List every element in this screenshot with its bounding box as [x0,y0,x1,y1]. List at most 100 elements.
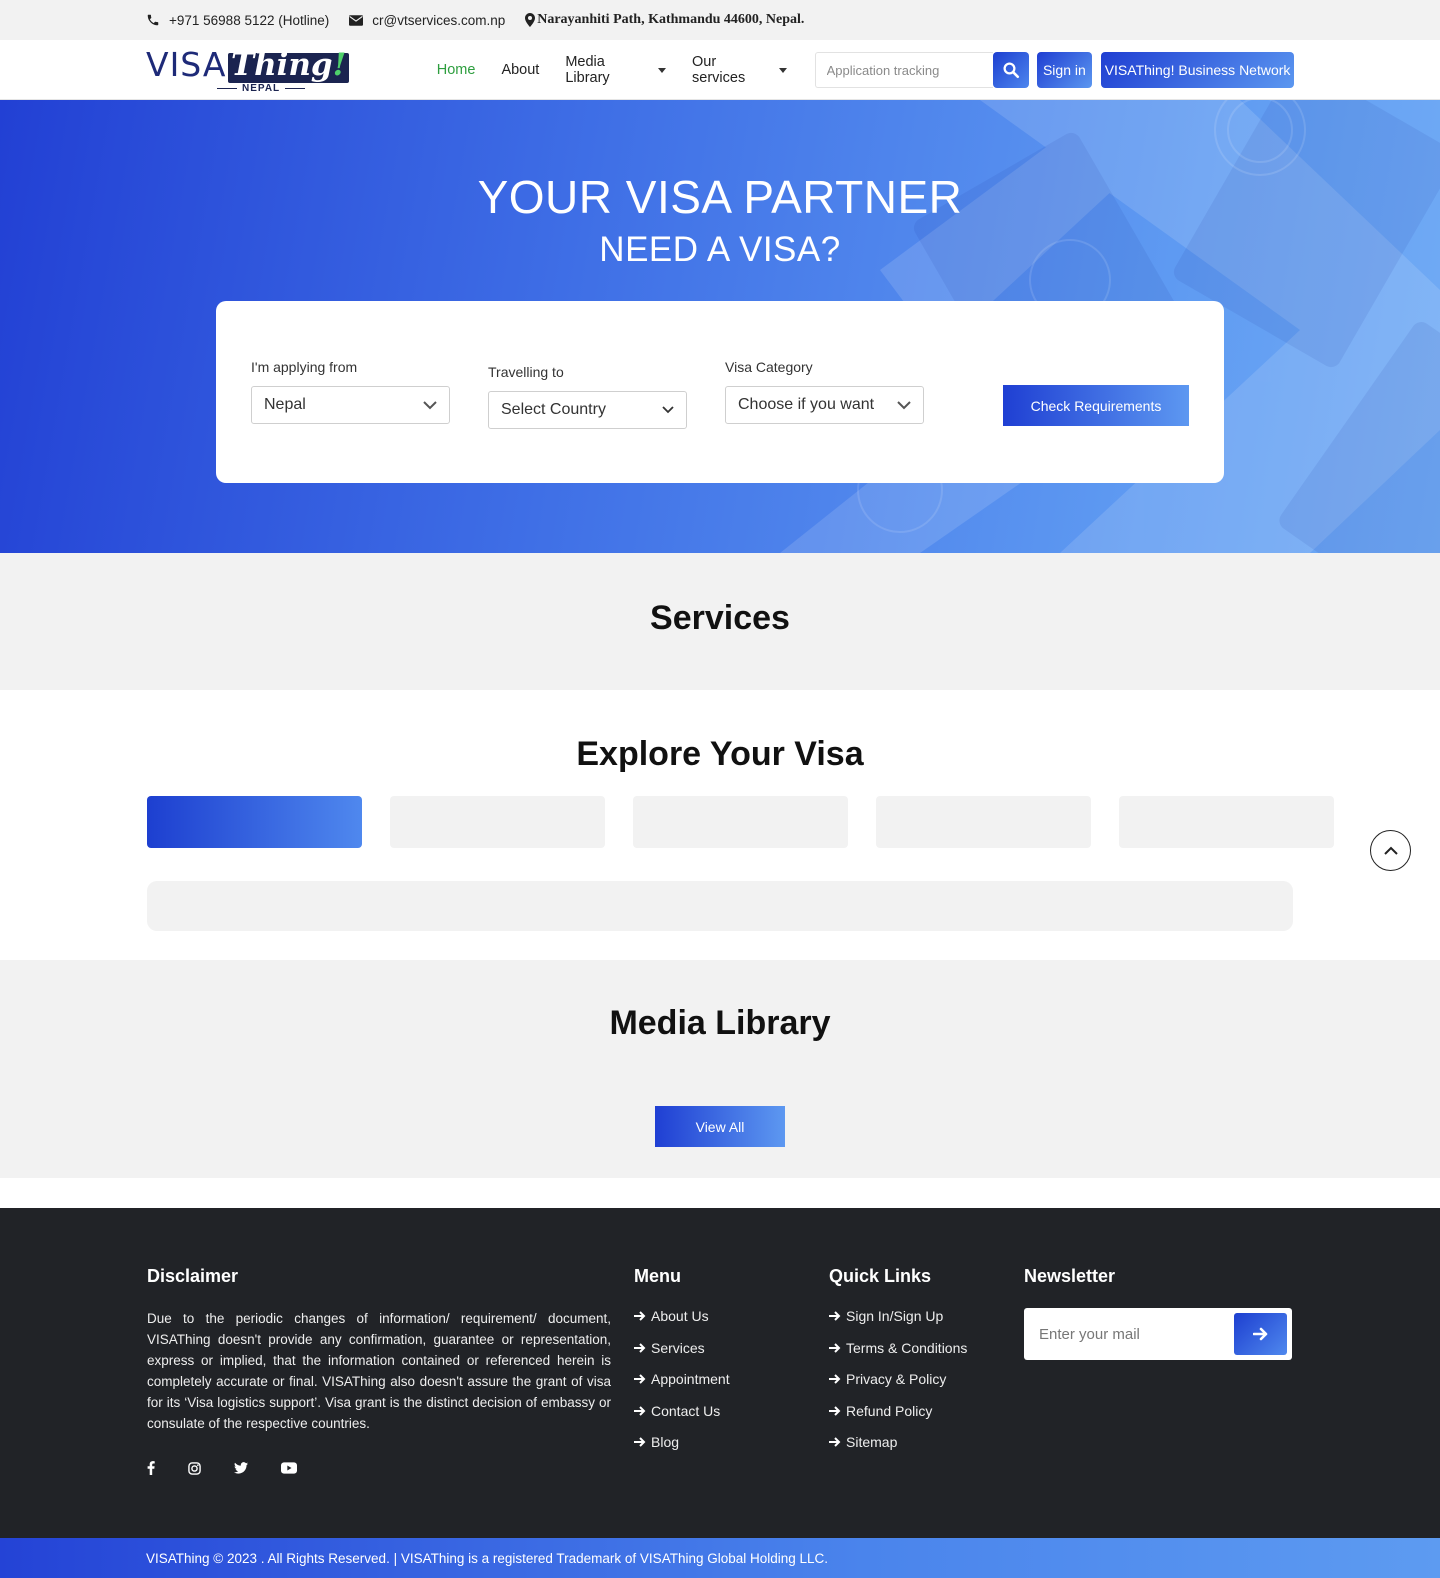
menu-heading: Menu [634,1266,681,1286]
explore-title: Explore Your Visa [576,735,864,773]
visa-tab[interactable] [633,796,848,848]
arrow-right-icon [634,1374,646,1384]
arrow-right-icon [829,1374,841,1384]
newsletter-email-input[interactable] [1039,1325,1219,1343]
check-requirements-button[interactable]: Check Requirements [1003,385,1189,426]
arrow-right-icon [829,1342,841,1353]
scroll-to-top-button[interactable] [1370,830,1411,871]
media-library-section: Media Library View All [0,960,1440,1178]
arrow-right-icon [634,1437,646,1447]
footer-link-sign-in[interactable]: Sign In/Sign Up [829,1308,967,1324]
applying-from-value: Nepal [264,396,306,413]
media-library-title: Media Library [609,1004,831,1042]
footer-link-sitemap[interactable]: Sitemap [829,1434,967,1450]
twitter-icon[interactable] [234,1461,248,1475]
hero-title: YOUR VISA PARTNER [477,171,963,223]
travelling-to-select[interactable]: Select Country [488,391,687,429]
footer-link-label: Blog [651,1434,680,1450]
disclaimer-heading: Disclaimer [147,1266,239,1286]
visa-tab[interactable] [390,796,605,848]
copyright-text: VISAThing © 2023 . All Rights Reserved. … [146,1550,829,1566]
caret-down-icon [778,67,787,73]
disclaimer-text: Due to the periodic changes of informati… [147,1311,611,1431]
arrow-right-icon [634,1405,646,1416]
main-header: VISA Thing! NEPAL Home About Media Libra… [0,40,1440,100]
footer-link-appointment[interactable]: Appointment [634,1371,730,1387]
footer-link-services[interactable]: Services [634,1340,730,1356]
envelope-icon [349,14,364,26]
footer-link-contact-us[interactable]: Contact Us [634,1403,730,1419]
main-nav: Home About Media Library Our services [437,54,813,86]
instagram-icon[interactable] [188,1461,201,1475]
youtube-icon[interactable] [281,1461,297,1475]
arrow-right-icon [634,1342,646,1353]
map-marker-icon [525,13,536,27]
hotline-text: +971 56988 5122 (Hotline) [169,12,330,28]
newsletter-heading: Newsletter [1024,1266,1116,1286]
nav-our-services[interactable]: Our services [692,54,787,86]
search-icon [1003,62,1019,79]
applying-from-label: I'm applying from [251,359,358,375]
travelling-to-field: Travelling to Select Country [488,364,687,429]
chevron-down-icon [423,400,437,409]
footer-link-label: Refund Policy [846,1402,933,1419]
footer-link-label: About Us [651,1308,709,1324]
nav-home[interactable]: Home [437,62,476,78]
applying-from-select[interactable]: Nepal [251,386,450,424]
logo-thing-text: Thing! [231,47,346,83]
menu-links: About Us Services Appointment Contact Us… [634,1308,730,1450]
visa-tab[interactable] [1119,796,1334,848]
footer-link-privacy[interactable]: Privacy & Policy [829,1371,967,1387]
footer-link-label: Sign In/Sign Up [846,1308,944,1324]
email-contact[interactable]: cr@vtservices.com.np [349,13,505,28]
footer-link-label: Appointment [651,1371,730,1387]
logo-country: NEPAL [212,83,310,94]
facebook-icon[interactable] [147,1461,155,1475]
newsletter-form [1024,1308,1292,1360]
footer-disclaimer: Disclaimer Due to the periodic changes o… [147,1266,611,1475]
nav-our-services-label: Our services [692,54,746,86]
travelling-to-label: Travelling to [488,364,564,380]
footer-link-blog[interactable]: Blog [634,1434,730,1450]
footer-link-label: Services [651,1339,705,1356]
footer-newsletter: Newsletter [1024,1266,1292,1360]
site-logo[interactable]: VISA Thing! NEPAL [146,45,349,95]
nav-media-library-label: Media Library [565,54,610,86]
newsletter-submit-button[interactable] [1234,1313,1287,1355]
visa-category-select[interactable]: Choose if you want [725,386,924,424]
footer-link-refund[interactable]: Refund Policy [829,1403,967,1419]
site-footer: Disclaimer Due to the periodic changes o… [0,1208,1440,1538]
travelling-to-value: Select Country [501,401,606,418]
business-network-button[interactable]: VISAThing! Business Network [1101,52,1294,88]
email-text: cr@vtservices.com.np [372,12,506,28]
visa-tabs [147,796,1362,848]
footer-link-about-us[interactable]: About Us [634,1308,730,1324]
nav-about[interactable]: About [501,62,539,78]
services-section: Services [0,553,1440,690]
tracking-search-button[interactable] [992,52,1029,88]
services-title: Services [650,599,790,637]
footer-link-label: Terms & Conditions [846,1339,968,1356]
visa-tab[interactable] [876,796,1091,848]
caret-down-icon [658,67,667,73]
view-all-button[interactable]: View All [655,1106,785,1147]
logo-exclamation: ! [332,47,347,83]
social-links [147,1461,611,1475]
visa-category-field: Visa Category Choose if you want [725,359,924,424]
arrow-right-icon [634,1311,646,1321]
arrow-right-icon [829,1311,841,1321]
nav-about-label: About [501,62,540,78]
footer-link-terms[interactable]: Terms & Conditions [829,1340,967,1356]
tracking-search [814,52,1029,88]
sign-in-button[interactable]: Sign in [1036,52,1093,88]
tracking-input[interactable] [814,52,993,88]
hotline[interactable]: +971 56988 5122 (Hotline) [146,13,329,28]
arrow-right-icon [829,1405,841,1416]
nav-media-library[interactable]: Media Library [565,54,667,86]
visa-category-value: Choose if you want [738,396,875,413]
visa-tab-panel [147,881,1293,931]
footer-quick-links: Quick Links Sign In/Sign Up Terms & Cond… [829,1266,967,1466]
visa-tab[interactable] [147,796,362,848]
chevron-down-icon [662,406,674,414]
address: Narayanhiti Path, Kathmandu 44600, Nepal… [525,12,804,28]
